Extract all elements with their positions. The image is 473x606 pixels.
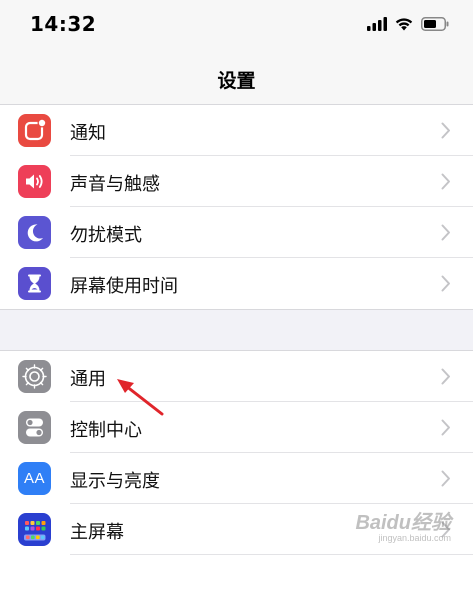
- signal-icon: [367, 16, 387, 35]
- settings-row-label: 屏幕使用时间: [70, 276, 178, 297]
- sound-icon: [18, 165, 51, 198]
- chevron-right-icon: [441, 173, 450, 190]
- status-time: 14:32: [30, 12, 97, 36]
- watermark: Baidu经验 jingyan.baidu.com: [355, 506, 451, 543]
- settings-row-display[interactable]: AA 显示与亮度: [0, 453, 473, 504]
- settings-row-label: 勿扰模式: [70, 225, 142, 246]
- settings-row-label: 通用: [70, 369, 106, 390]
- hourglass-icon: [18, 267, 51, 300]
- settings-row-notifications[interactable]: 通知: [0, 105, 473, 156]
- status-icons: [367, 16, 449, 34]
- settings-row-do-not-disturb[interactable]: 勿扰模式: [0, 207, 473, 258]
- gear-icon: [18, 360, 51, 393]
- chevron-right-icon: [441, 122, 450, 139]
- settings-row-label: 显示与亮度: [70, 471, 160, 492]
- chevron-right-icon: [441, 419, 450, 436]
- settings-row-control-center[interactable]: 控制中心: [0, 402, 473, 453]
- settings-group-2: 通用 控制中心 AA 显示与亮度 主屏幕: [0, 350, 473, 606]
- page-title: 设置: [217, 70, 256, 92]
- settings-group-1: 通知 声音与触感 勿扰模式 屏幕使用时间: [0, 104, 473, 310]
- chevron-right-icon: [441, 368, 450, 385]
- settings-row-label: 通知: [70, 123, 106, 144]
- settings-row-sounds[interactable]: 声音与触感: [0, 156, 473, 207]
- watermark-text: Baidu经验: [355, 512, 451, 534]
- chevron-right-icon: [441, 224, 450, 241]
- notifications-icon: [18, 114, 51, 147]
- settings-row-label: 主屏幕: [70, 522, 124, 543]
- chevron-right-icon: [441, 275, 450, 292]
- annotation-arrow-icon: [117, 379, 164, 416]
- status-bar: 14:32: [0, 0, 473, 52]
- settings-row-general[interactable]: 通用: [0, 351, 473, 402]
- battery-icon: [421, 16, 449, 35]
- display-icon: AA: [18, 462, 51, 495]
- moon-icon: [18, 216, 51, 249]
- chevron-right-icon: [441, 470, 450, 487]
- settings-row-screen-time[interactable]: 屏幕使用时间: [0, 258, 473, 309]
- settings-row-label: 声音与触感: [70, 174, 160, 195]
- wifi-icon: [395, 16, 413, 35]
- nav-bar: 设置: [0, 52, 473, 105]
- toggles-icon: [18, 411, 51, 444]
- home-screen-icon: [18, 513, 51, 546]
- settings-row-partial[interactable]: [0, 555, 473, 606]
